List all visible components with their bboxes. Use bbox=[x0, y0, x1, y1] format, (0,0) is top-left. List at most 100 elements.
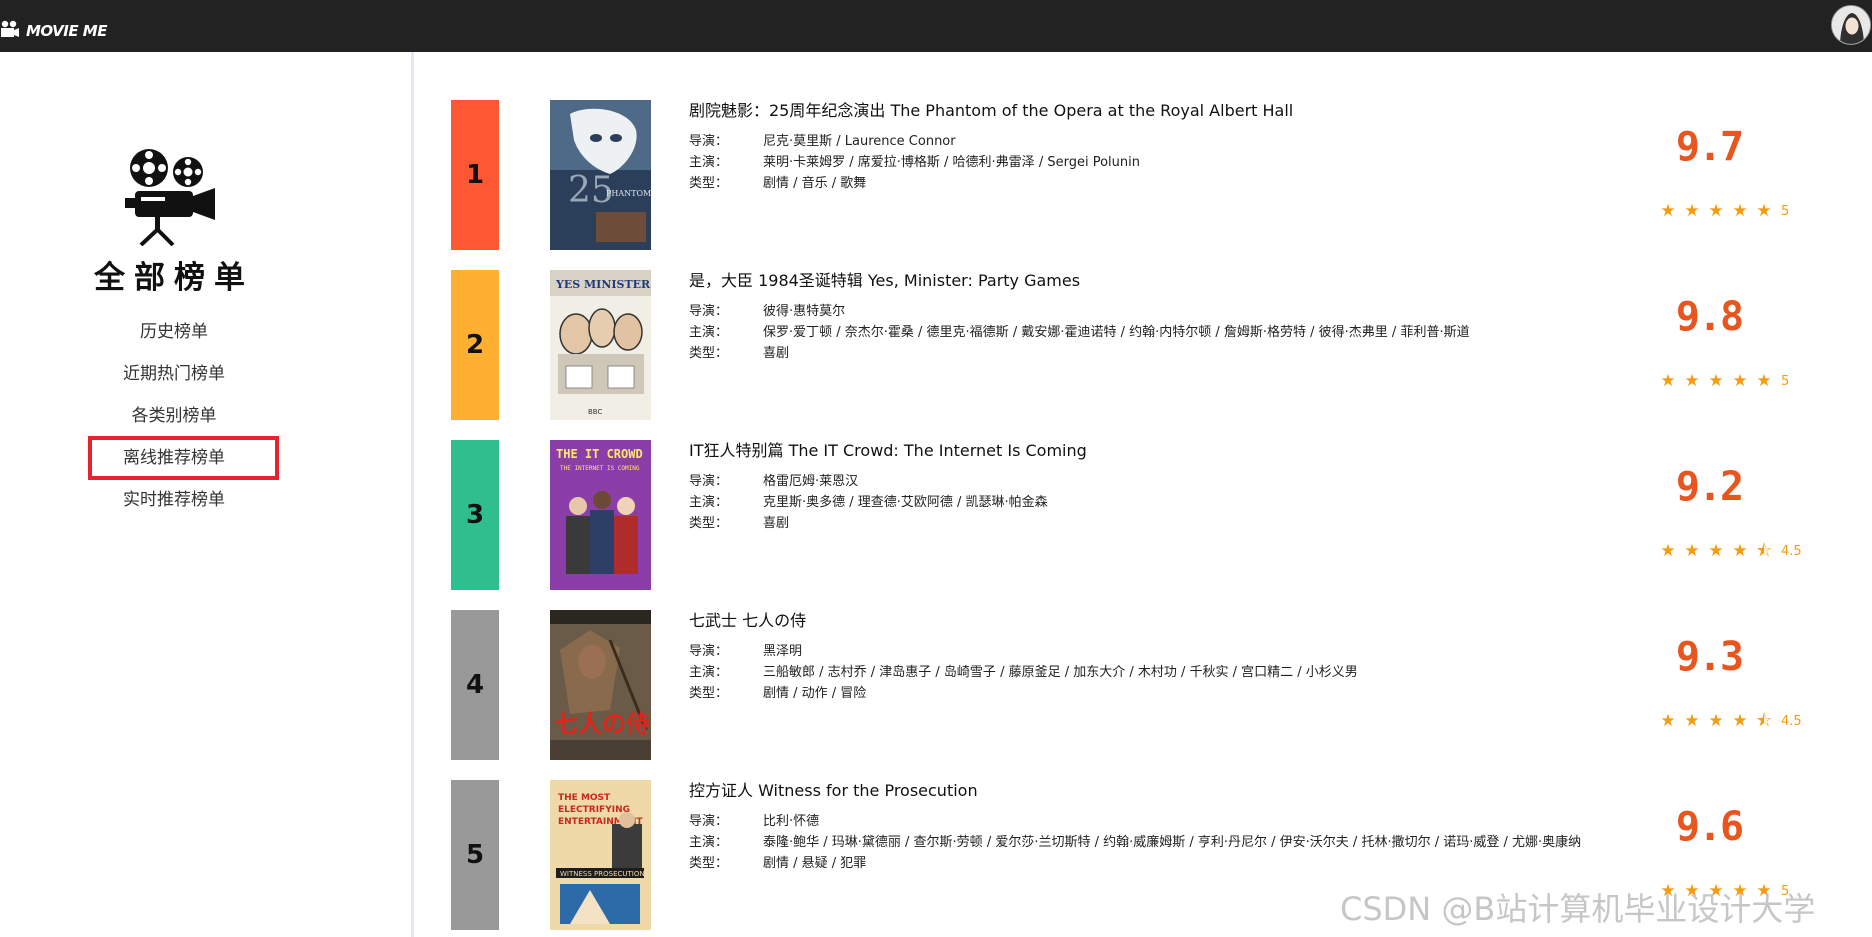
star-rating: ★ ★ ★ ★ ⯪ 4.5 bbox=[1659, 542, 1819, 560]
star-icon: ★ bbox=[1708, 541, 1724, 561]
genre-value: 喜剧 bbox=[763, 346, 790, 361]
movie-meta: 导演： 比利·怀德 主演： 泰隆·鲍华 / 玛琳·黛德丽 / 查尔斯·劳顿 / 爱尔… bbox=[689, 811, 1639, 874]
genre-label: 类型： bbox=[689, 176, 729, 191]
sidebar-divider bbox=[411, 52, 414, 937]
director-label: 导演： bbox=[689, 814, 729, 829]
rating-value: 5 bbox=[1781, 203, 1790, 219]
brand[interactable]: MOVIE ME bbox=[0, 18, 107, 44]
movie-row[interactable]: 2 YES MINISTER BBC 是，大臣 1984圣诞特辑 Yes, Mi… bbox=[451, 270, 1872, 440]
sidebar-item-offline-recommend[interactable]: 离线推荐榜单 bbox=[0, 436, 348, 486]
star-icon: ★ bbox=[1684, 201, 1700, 221]
genre-value: 剧情 / 悬疑 / 犯罪 bbox=[763, 856, 867, 871]
sidebar-nav: 历史榜单 近期热门榜单 各类别榜单 离线推荐榜单 实时推荐榜单 bbox=[0, 318, 348, 528]
movie-info: 七武士 七人の侍 导演： 黑泽明 主演： 三船敏郎 / 志村乔 / 津岛惠子 / 岛… bbox=[689, 610, 1639, 704]
poster-image-seven-samurai: 七人の侍 bbox=[550, 610, 651, 760]
sidebar-item-recent-hot[interactable]: 近期热门榜单 bbox=[0, 360, 348, 402]
director-value: 比利·怀德 bbox=[763, 814, 820, 829]
star-icon: ★ bbox=[1732, 711, 1748, 731]
director-label: 导演： bbox=[689, 644, 729, 659]
genre-label: 类型： bbox=[689, 856, 729, 871]
svg-text:BBC: BBC bbox=[588, 408, 602, 416]
movie-meta: 导演： 彼得·惠特莫尔 主演： 保罗·爱丁顿 / 奈杰尔·霍桑 / 德里克·福德斯 … bbox=[689, 301, 1639, 364]
movie-info: 是，大臣 1984圣诞特辑 Yes, Minister: Party Games… bbox=[689, 270, 1639, 364]
avatar-image bbox=[1832, 6, 1870, 44]
svg-text:YES MINISTER: YES MINISTER bbox=[555, 278, 651, 291]
movie-score: 9.7 bbox=[1675, 124, 1744, 170]
movie-poster[interactable]: THE IT CROWD THE INTERNET IS COMING bbox=[550, 440, 651, 590]
star-rating: ★ ★ ★ ★ ★ 5 bbox=[1659, 372, 1819, 390]
rank-badge: 3 bbox=[451, 440, 499, 590]
movie-title[interactable]: 剧院魅影：25周年纪念演出 The Phantom of the Opera a… bbox=[689, 100, 1639, 122]
cast-label: 主演： bbox=[689, 155, 729, 170]
director-value: 彼得·惠特莫尔 bbox=[763, 304, 846, 319]
director-value: 黑泽明 bbox=[763, 644, 803, 659]
movie-score: 9.8 bbox=[1675, 294, 1744, 340]
sidebar-title: 全部榜单 bbox=[94, 260, 254, 296]
svg-text:WITNESS PROSECUTION: WITNESS PROSECUTION bbox=[560, 870, 645, 878]
genre-value: 喜剧 bbox=[763, 516, 790, 531]
movie-title[interactable]: 是，大臣 1984圣诞特辑 Yes, Minister: Party Games bbox=[689, 270, 1639, 292]
movie-camera-icon bbox=[1, 20, 19, 37]
cast-label: 主演： bbox=[689, 325, 729, 340]
movie-poster[interactable]: YES MINISTER BBC bbox=[550, 270, 651, 420]
svg-text:THE IT CROWD: THE IT CROWD bbox=[556, 447, 643, 461]
movie-row[interactable]: 3 THE IT CROWD THE INTERNET IS COMING IT… bbox=[451, 440, 1872, 610]
star-icon: ★ bbox=[1732, 371, 1748, 391]
cast-value: 克里斯·奥多德 / 理查德·艾欧阿德 / 凯瑟琳·帕金森 bbox=[763, 495, 1048, 510]
rating-value: 4.5 bbox=[1781, 713, 1802, 729]
movie-row[interactable]: 1 25 PHANTOM 剧院魅影：25周年纪念演出 The Phantom o… bbox=[451, 100, 1872, 270]
star-rating: ★ ★ ★ ★ ⯪ 4.5 bbox=[1659, 712, 1819, 730]
genre-value: 剧情 / 动作 / 冒险 bbox=[763, 686, 867, 701]
movie-title[interactable]: 控方证人 Witness for the Prosecution bbox=[689, 780, 1639, 802]
rating-value: 4.5 bbox=[1781, 543, 1802, 559]
movie-meta: 导演： 尼克·莫里斯 / Laurence Connor 主演： 莱明·卡莱姆罗 /… bbox=[689, 131, 1639, 194]
movie-info: 控方证人 Witness for the Prosecution 导演： 比利·怀… bbox=[689, 780, 1639, 874]
svg-text:七人の侍: 七人の侍 bbox=[554, 710, 650, 738]
rank-badge: 4 bbox=[451, 610, 499, 760]
star-icon: ★ bbox=[1660, 711, 1676, 731]
movie-title[interactable]: IT狂人特别篇 The IT Crowd: The Internet Is Co… bbox=[689, 440, 1639, 462]
movie-info: 剧院魅影：25周年纪念演出 The Phantom of the Opera a… bbox=[689, 100, 1639, 194]
director-label: 导演： bbox=[689, 474, 729, 489]
movie-poster[interactable]: THE MOST ELECTRIFYING ENTERTAINMENT WITN… bbox=[550, 780, 651, 930]
star-rating: ★ ★ ★ ★ ★ 5 bbox=[1659, 202, 1819, 220]
sidebar-item-history[interactable]: 历史榜单 bbox=[0, 318, 348, 360]
rank-badge: 2 bbox=[451, 270, 499, 420]
genre-label: 类型： bbox=[689, 516, 729, 531]
star-icon: ★ bbox=[1708, 371, 1724, 391]
cast-value: 莱明·卡莱姆罗 / 席爱拉·博格斯 / 哈德利·弗雷泽 / Sergei Pol… bbox=[763, 155, 1140, 170]
star-icon: ★ bbox=[1660, 541, 1676, 561]
movie-poster[interactable]: 25 PHANTOM bbox=[550, 100, 651, 250]
genre-label: 类型： bbox=[689, 686, 729, 701]
rating-value: 5 bbox=[1781, 373, 1790, 389]
star-icon: ★ bbox=[1732, 201, 1748, 221]
poster-image-yes-minister: YES MINISTER BBC bbox=[550, 270, 651, 420]
movie-list: 1 25 PHANTOM 剧院魅影：25周年纪念演出 The Phantom o… bbox=[451, 100, 1872, 937]
svg-text:PHANTOM: PHANTOM bbox=[606, 189, 651, 198]
svg-text:ELECTRIFYING: ELECTRIFYING bbox=[558, 805, 630, 815]
half-star-icon: ⯪ bbox=[1755, 541, 1773, 561]
star-icon: ★ bbox=[1660, 201, 1676, 221]
star-icon: ★ bbox=[1708, 711, 1724, 731]
movie-title[interactable]: 七武士 七人の侍 bbox=[689, 610, 1639, 632]
poster-image-witness: THE MOST ELECTRIFYING ENTERTAINMENT WITN… bbox=[550, 780, 651, 930]
director-label: 导演： bbox=[689, 304, 729, 319]
star-icon: ★ bbox=[1756, 371, 1772, 391]
star-icon: ★ bbox=[1732, 541, 1748, 561]
film-projector-icon bbox=[125, 149, 215, 246]
movie-poster[interactable]: 七人の侍 bbox=[550, 610, 651, 760]
movie-meta: 导演： 格雷厄姆·莱恩汉 主演： 克里斯·奥多德 / 理查德·艾欧阿德 / 凯瑟琳·… bbox=[689, 471, 1639, 534]
movie-score: 9.2 bbox=[1675, 464, 1744, 510]
star-icon: ★ bbox=[1708, 201, 1724, 221]
user-avatar[interactable] bbox=[1831, 5, 1871, 45]
movie-info: IT狂人特别篇 The IT Crowd: The Internet Is Co… bbox=[689, 440, 1639, 534]
cast-label: 主演： bbox=[689, 495, 729, 510]
highlight-box bbox=[88, 436, 279, 480]
genre-label: 类型： bbox=[689, 346, 729, 361]
movie-score: 9.3 bbox=[1675, 634, 1744, 680]
sidebar-item-realtime-recommend[interactable]: 实时推荐榜单 bbox=[0, 486, 348, 528]
svg-text:THE MOST: THE MOST bbox=[558, 793, 611, 803]
cast-value: 三船敏郎 / 志村乔 / 津岛惠子 / 岛崎雪子 / 藤原釜足 / 加东大介 /… bbox=[763, 665, 1358, 680]
movie-row[interactable]: 4 七人の侍 七武士 七人の侍 导演： 黑泽明 主演： 三船敏郎 / 志村乔 / 津… bbox=[451, 610, 1872, 780]
rank-badge: 5 bbox=[451, 780, 499, 930]
